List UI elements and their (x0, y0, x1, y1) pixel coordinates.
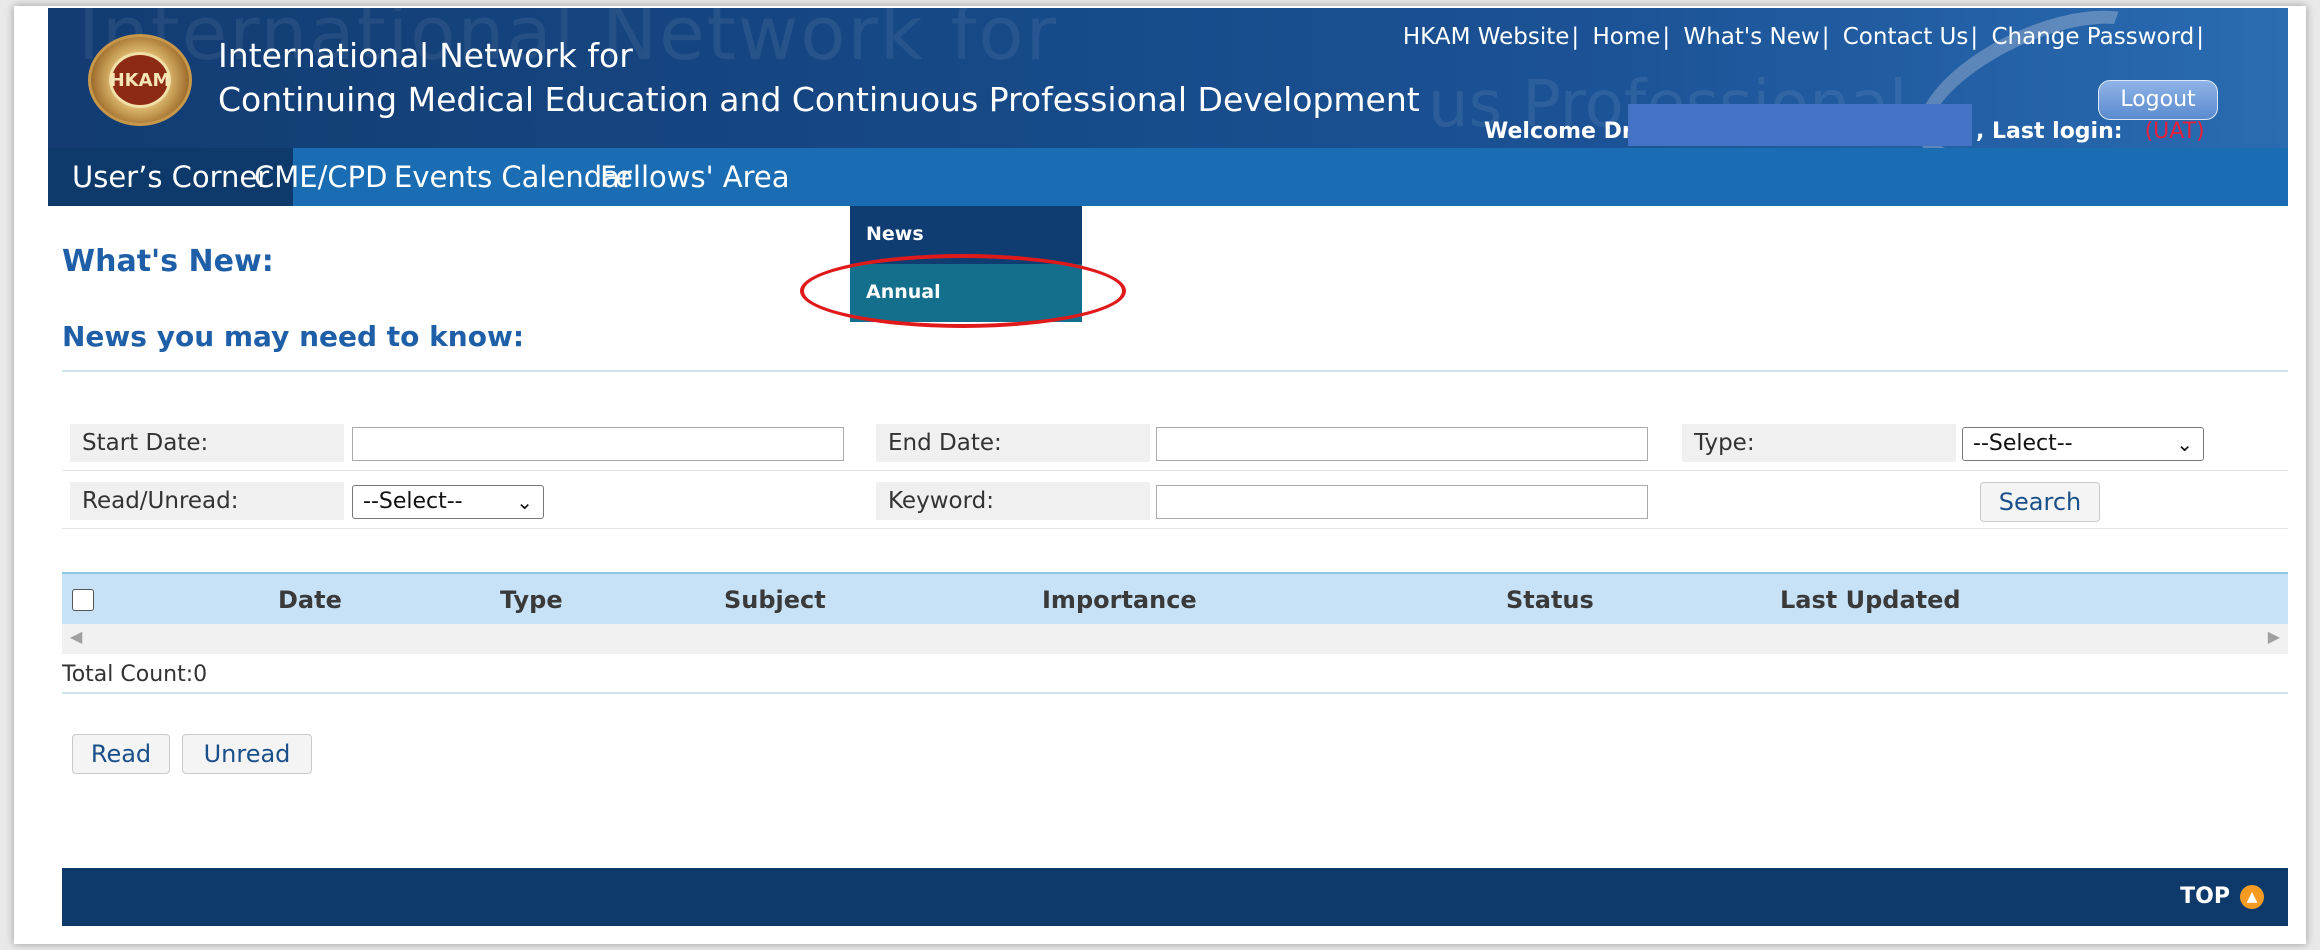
last-login-value: (UAT) (2144, 119, 2205, 144)
link-separator: | (1571, 24, 1580, 50)
arrow-up-icon: ▲ (2240, 885, 2264, 909)
logout-button[interactable]: Logout (2098, 80, 2218, 120)
column-date[interactable]: Date (278, 574, 342, 626)
highlight-ellipse (800, 254, 1126, 328)
read-button[interactable]: Read (72, 734, 170, 774)
welcome-text: Welcome Dr. (1484, 119, 1638, 144)
keyword-label: Keyword: (876, 482, 1150, 520)
column-subject[interactable]: Subject (724, 574, 826, 626)
start-date-label: Start Date: (70, 424, 344, 462)
page-frame: International Network for us Professiona… (14, 6, 2306, 944)
link-whats-new[interactable]: What's New (1683, 24, 1819, 50)
link-change-password[interactable]: Change Password (1991, 24, 2194, 50)
total-count: Total Count:0 (62, 662, 208, 687)
site-title-line1: International Network for (218, 36, 633, 75)
start-date-input[interactable] (352, 427, 844, 461)
unread-button[interactable]: Unread (182, 734, 312, 774)
scroll-left-icon[interactable]: ◀ (70, 627, 82, 646)
read-unread-label: Read/Unread: (70, 482, 344, 520)
site-title: International Network for Continuing Med… (218, 34, 1420, 122)
main-nav: User’s Corner CME/CPD Events Calendar Fe… (48, 148, 2288, 206)
type-select-value: --Select-- (1973, 431, 2073, 456)
read-unread-select-value: --Select-- (363, 489, 463, 514)
end-date-input[interactable] (1156, 427, 1648, 461)
link-separator: | (1662, 24, 1671, 50)
link-hkam-website[interactable]: HKAM Website (1403, 24, 1570, 50)
type-label: Type: (1682, 424, 1956, 462)
nav-fellows-area[interactable]: Fellows' Area (576, 148, 814, 206)
news-table-header: Date Type Subject Importance Status Last… (62, 572, 2288, 624)
search-button[interactable]: Search (1980, 482, 2100, 522)
read-unread-select[interactable]: --Select-- ⌄ (352, 485, 544, 519)
scroll-right-icon[interactable]: ▶ (2268, 627, 2280, 646)
link-home[interactable]: Home (1592, 24, 1660, 50)
page-footer: TOP ▲ (62, 868, 2288, 926)
hkam-logo[interactable]: HKAM (88, 34, 192, 126)
type-select[interactable]: --Select-- ⌄ (1962, 427, 2204, 461)
top-links: HKAM Website| Home| What's New| Contact … (1403, 24, 2210, 50)
redacted-user-name (1628, 104, 1972, 146)
last-login-label: , Last login: (1976, 119, 2123, 144)
chevron-down-icon: ⌄ (2176, 432, 2193, 456)
logo-emblem: HKAM (109, 52, 171, 108)
horizontal-scrollbar[interactable]: ◀ ▶ (62, 624, 2288, 654)
table-divider (62, 692, 2288, 694)
top-label: TOP (2180, 884, 2230, 909)
chevron-down-icon: ⌄ (516, 490, 533, 514)
column-type[interactable]: Type (500, 574, 563, 626)
column-status[interactable]: Status (1506, 574, 1594, 626)
filter-row-divider (62, 470, 2288, 471)
column-importance[interactable]: Importance (1042, 574, 1197, 626)
link-separator: | (2196, 24, 2204, 50)
heading-divider (62, 370, 2288, 372)
filter-row-divider (62, 528, 2288, 529)
column-last-updated[interactable]: Last Updated (1780, 574, 1961, 626)
select-all-checkbox[interactable] (72, 589, 94, 611)
link-separator: | (1821, 24, 1830, 50)
back-to-top-link[interactable]: TOP ▲ (2180, 868, 2264, 926)
news-heading: News you may need to know: (62, 320, 525, 353)
last-login: , Last login: (UAT) (1976, 119, 2205, 144)
end-date-label: End Date: (876, 424, 1150, 462)
site-title-line2: Continuing Medical Education and Continu… (218, 80, 1420, 119)
keyword-input[interactable] (1156, 485, 1648, 519)
link-contact-us[interactable]: Contact Us (1843, 24, 1969, 50)
link-separator: | (1970, 24, 1979, 50)
whats-new-heading: What's New: (62, 244, 274, 279)
